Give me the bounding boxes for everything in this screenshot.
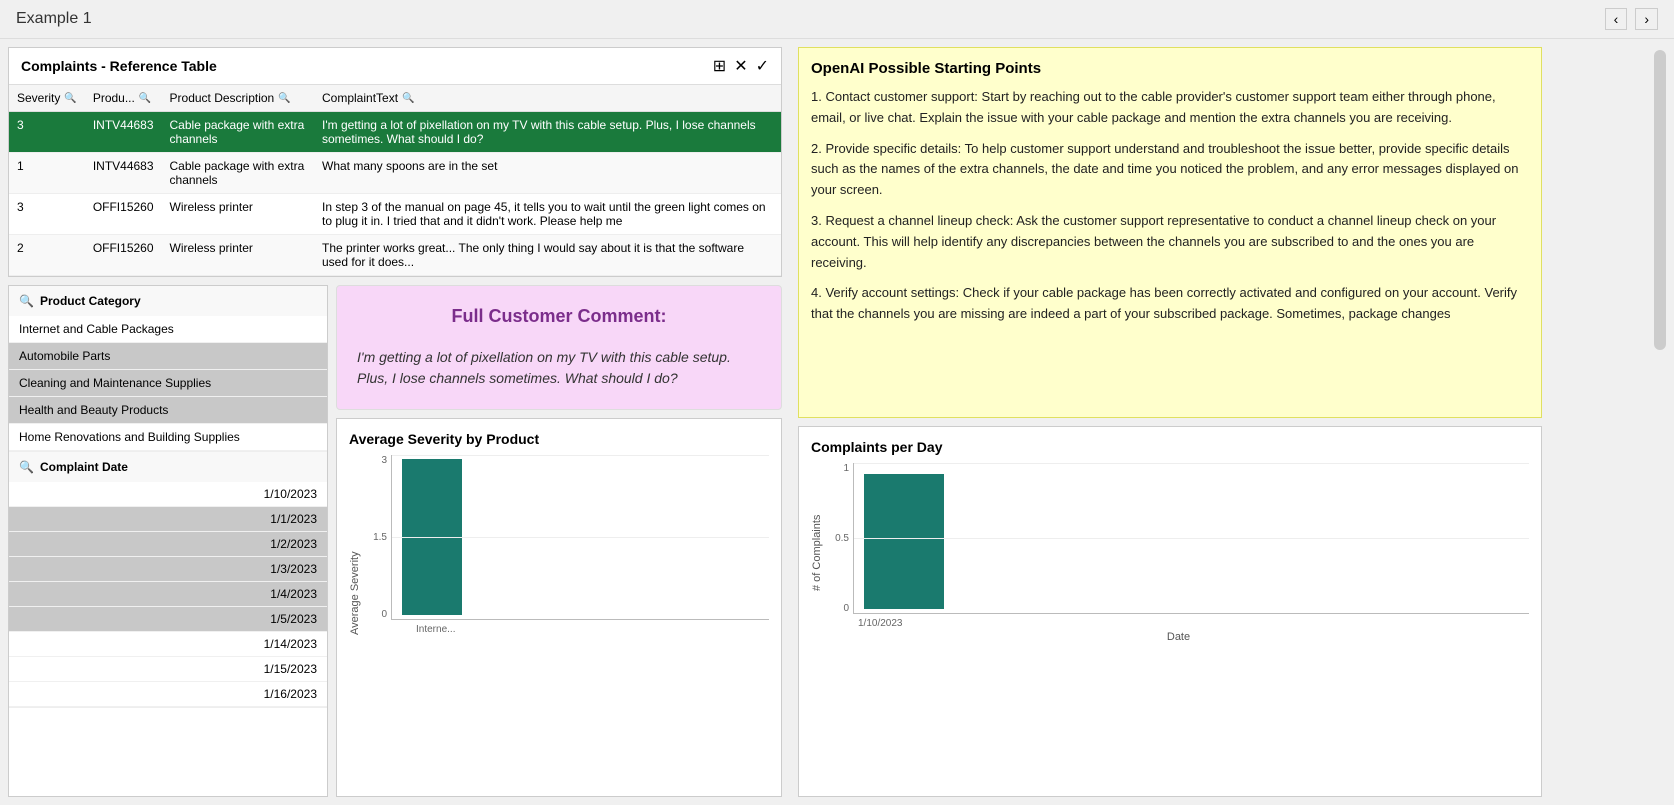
page-title: Example 1 <box>16 10 92 28</box>
complaints-y-ticks: 1 0.5 0 <box>828 463 853 614</box>
complaints-x-label: 1/10/2023 <box>858 618 903 629</box>
full-comment-box: Full Customer Comment: I'm getting a lot… <box>336 285 782 410</box>
date-item[interactable]: 1/5/2023 <box>9 607 327 632</box>
full-comment-text: I'm getting a lot of pixellation on my T… <box>357 347 761 389</box>
main-content: Complaints - Reference Table ⊞ ✕ ✓ <box>0 39 1674 805</box>
date-item[interactable]: 1/16/2023 <box>9 682 327 707</box>
prev-button[interactable]: ‹ <box>1605 8 1628 30</box>
product-category-label: Product Category <box>40 294 141 308</box>
complaint-date-header: 🔍 Complaint Date <box>9 452 327 482</box>
left-panel: Complaints - Reference Table ⊞ ✕ ✓ <box>0 39 790 805</box>
col-product: Produ... 🔍 <box>85 85 162 112</box>
complaints-x-axis-label: Date <box>828 631 1529 643</box>
col-description: Product Description 🔍 <box>162 85 314 112</box>
avg-severity-title: Average Severity by Product <box>349 431 769 447</box>
table-row[interactable]: 1INTV44683Cable package with extra chann… <box>9 153 781 194</box>
table-row[interactable]: 2OFFI15260Wireless printerThe printer wo… <box>9 235 781 276</box>
avg-severity-y-label: Average Severity <box>349 455 361 635</box>
description-search-icon[interactable]: 🔍 <box>278 93 290 104</box>
bar-x-label: Interne... <box>416 624 455 635</box>
complaint-date-search-icon[interactable]: 🔍 <box>19 460 34 474</box>
category-item[interactable]: Cleaning and Maintenance Supplies <box>9 370 327 397</box>
reference-table-container: Complaints - Reference Table ⊞ ✕ ✓ <box>8 47 782 277</box>
avg-severity-chart: Average Severity 3 1.5 0 <box>349 455 769 635</box>
category-item[interactable]: Automobile Parts <box>9 343 327 370</box>
next-button[interactable]: › <box>1635 8 1658 30</box>
reference-table-title: Complaints - Reference Table <box>21 58 217 74</box>
close-icon[interactable]: ✕ <box>734 56 747 76</box>
product-category-section: 🔍 Product Category Internet and Cable Pa… <box>9 286 327 452</box>
date-item[interactable]: 1/2/2023 <box>9 532 327 557</box>
category-item[interactable]: Internet and Cable Packages <box>9 316 327 343</box>
complaint-search-icon[interactable]: 🔍 <box>402 93 414 104</box>
confirm-icon[interactable]: ✓ <box>756 56 769 76</box>
comment-panel: Full Customer Comment: I'm getting a lot… <box>336 285 782 797</box>
date-item[interactable]: 1/15/2023 <box>9 657 327 682</box>
date-list: 1/10/20231/1/20231/2/20231/3/20231/4/202… <box>9 482 327 707</box>
complaints-y-label: # of Complaints <box>811 463 823 643</box>
date-item[interactable]: 1/10/2023 <box>9 482 327 507</box>
avg-severity-box: Average Severity by Product Average Seve… <box>336 418 782 797</box>
product-category-search-icon[interactable]: 🔍 <box>19 294 34 308</box>
severity-search-icon[interactable]: 🔍 <box>64 93 76 104</box>
product-category-header: 🔍 Product Category <box>9 286 327 316</box>
category-list: Internet and Cable PackagesAutomobile Pa… <box>9 316 327 451</box>
complaints-bar <box>864 474 944 609</box>
reference-table-actions: ⊞ ✕ ✓ <box>713 56 769 76</box>
complaint-date-section: 🔍 Complaint Date 1/10/20231/1/20231/2/20… <box>9 452 327 708</box>
category-item[interactable]: Home Renovations and Building Supplies <box>9 424 327 451</box>
complaints-table: Severity 🔍 Produ... 🔍 <box>9 85 781 276</box>
reference-table-header: Complaints - Reference Table ⊞ ✕ ✓ <box>9 48 781 85</box>
filter-panel: 🔍 Product Category Internet and Cable Pa… <box>8 285 328 797</box>
table-row[interactable]: 3INTV44683Cable package with extra chann… <box>9 112 781 153</box>
title-bar: Example 1 ‹ › <box>0 0 1674 39</box>
date-item[interactable]: 1/4/2023 <box>9 582 327 607</box>
full-comment-title: Full Customer Comment: <box>357 306 761 327</box>
openai-box: OpenAI Possible Starting Points 1. Conta… <box>798 47 1542 418</box>
col-complaint: ComplaintText 🔍 <box>314 85 781 112</box>
date-item[interactable]: 1/14/2023 <box>9 632 327 657</box>
date-item[interactable]: 1/1/2023 <box>9 507 327 532</box>
openai-text: 1. Contact customer support: Start by re… <box>811 87 1529 325</box>
table-wrapper: Severity 🔍 Produ... 🔍 <box>9 85 781 276</box>
date-item[interactable]: 1/3/2023 <box>9 557 327 582</box>
title-bar-nav: ‹ › <box>1605 8 1658 30</box>
category-item[interactable]: Health and Beauty Products <box>9 397 327 424</box>
right-panel: OpenAI Possible Starting Points 1. Conta… <box>790 39 1550 805</box>
app-container: Example 1 ‹ › Complaints - Reference Tab… <box>0 0 1674 805</box>
y-tick-labels: 3 1.5 0 <box>366 455 391 620</box>
table-row[interactable]: 3OFFI15260Wireless printerIn step 3 of t… <box>9 194 781 235</box>
col-severity: Severity 🔍 <box>9 85 85 112</box>
product-search-icon[interactable]: 🔍 <box>139 93 151 104</box>
bottom-left: 🔍 Product Category Internet and Cable Pa… <box>0 285 790 805</box>
complaint-date-label: Complaint Date <box>40 460 128 474</box>
complaints-per-day-box: Complaints per Day # of Complaints 1 0.5… <box>798 426 1542 797</box>
complaints-per-day-title: Complaints per Day <box>811 439 1529 455</box>
settings-icon[interactable]: ⊞ <box>713 56 726 76</box>
openai-title: OpenAI Possible Starting Points <box>811 60 1529 77</box>
